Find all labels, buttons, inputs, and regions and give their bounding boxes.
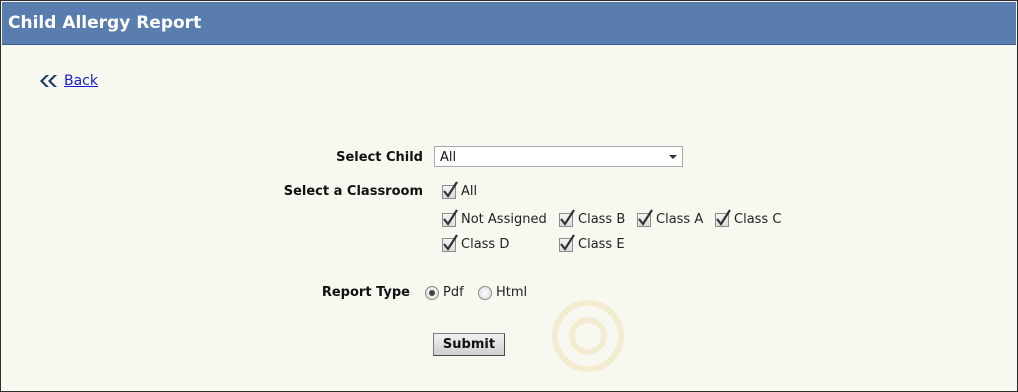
checkbox[interactable] bbox=[442, 208, 458, 227]
classroom-checkbox-all[interactable]: All bbox=[442, 180, 478, 199]
submit-button[interactable]: Submit bbox=[433, 333, 505, 356]
checkbox-label: Class E bbox=[578, 237, 625, 252]
report-page: Child Allergy Report Back Select Child A… bbox=[0, 0, 1018, 392]
checkbox-label: Class B bbox=[578, 212, 626, 227]
classroom-checkbox-not-assigned[interactable]: Not Assigned bbox=[442, 208, 547, 227]
radio-label: Pdf bbox=[443, 285, 464, 300]
double-chevron-left-icon[interactable] bbox=[37, 74, 59, 88]
watermark-logo-icon bbox=[549, 297, 627, 379]
checkbox[interactable] bbox=[442, 233, 458, 252]
classroom-checkbox-class-c[interactable]: Class C bbox=[715, 208, 782, 227]
classroom-label: Select a Classroom bbox=[283, 184, 423, 199]
back-link[interactable]: Back bbox=[64, 73, 98, 89]
classroom-checkbox-class-a[interactable]: Class A bbox=[637, 208, 704, 227]
radio-button[interactable] bbox=[425, 285, 439, 300]
title-bar: Child Allergy Report bbox=[2, 2, 1016, 45]
radio-button[interactable] bbox=[478, 285, 492, 300]
checkbox-label: Class A bbox=[656, 212, 704, 227]
chevron-down-icon[interactable] bbox=[668, 151, 678, 166]
checkbox-label: Not Assigned bbox=[461, 212, 547, 227]
back-link-container[interactable]: Back bbox=[37, 73, 98, 89]
classroom-checkbox-class-e[interactable]: Class E bbox=[559, 233, 625, 252]
select-child-label: Select Child bbox=[336, 150, 423, 165]
page-title: Child Allergy Report bbox=[8, 13, 202, 33]
checkbox[interactable] bbox=[442, 180, 458, 199]
checkbox[interactable] bbox=[637, 208, 653, 227]
select-child-dropdown[interactable]: All bbox=[434, 146, 683, 167]
report-type-radio-html[interactable]: Html bbox=[478, 285, 527, 300]
checkbox[interactable] bbox=[715, 208, 731, 227]
checkbox-label: Class D bbox=[461, 237, 510, 252]
checkbox[interactable] bbox=[559, 233, 575, 252]
select-child-value: All bbox=[440, 150, 457, 165]
classroom-checkbox-class-b[interactable]: Class B bbox=[559, 208, 626, 227]
checkbox-label: Class C bbox=[734, 212, 782, 227]
classroom-checkbox-class-d[interactable]: Class D bbox=[442, 233, 510, 252]
radio-label: Html bbox=[496, 285, 528, 300]
checkbox-label: All bbox=[461, 184, 478, 199]
report-type-label: Report Type bbox=[321, 285, 410, 300]
report-type-radio-pdf[interactable]: Pdf bbox=[425, 285, 464, 300]
checkbox[interactable] bbox=[559, 208, 575, 227]
